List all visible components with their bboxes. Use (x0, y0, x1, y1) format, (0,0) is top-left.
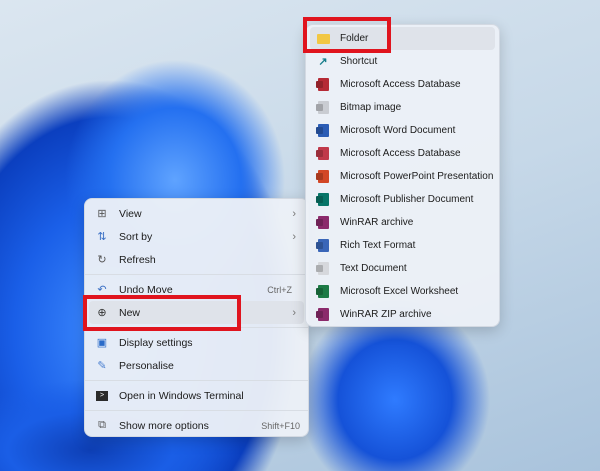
winrar-icon (316, 216, 330, 230)
brush-icon: ✎ (97, 360, 107, 372)
chevron-right-icon: › (292, 207, 296, 220)
menu-item-show-more-options[interactable]: ⧉ Show more options Shift+F10 (89, 414, 304, 437)
submenu-item-rtf[interactable]: Rich Text Format (310, 234, 495, 257)
submenu-item-shortcut-arrow[interactable]: ↗ Shortcut (310, 50, 495, 73)
new-submenu: Folder ↗ Shortcut Microsoft Access Database… (305, 24, 500, 327)
folder-icon (316, 32, 330, 46)
menu-item-undo-move[interactable]: ↶ Undo Move Ctrl+Z (89, 278, 304, 301)
sort-icon: ⇅ (97, 231, 107, 243)
publisher-icon (316, 193, 330, 207)
menu-item-personalise[interactable]: ✎ Personalise (89, 354, 304, 377)
submenu-item-winrar[interactable]: WinRAR archive (310, 211, 495, 234)
menu-item-view[interactable]: ⊞ View › (89, 202, 304, 225)
plus-circle-icon: ⊕ (97, 307, 107, 319)
more-options-icon: ⧉ (98, 419, 106, 431)
menu-item-open-terminal[interactable]: > Open in Windows Terminal (89, 384, 304, 407)
menu-item-refresh[interactable]: ↻ Refresh (89, 248, 304, 271)
submenu-item-publisher[interactable]: Microsoft Publisher Document (310, 188, 495, 211)
divider (85, 380, 308, 381)
submenu-item-access[interactable]: Microsoft Access Database (310, 142, 495, 165)
undo-icon: ↶ (97, 284, 107, 296)
divider (85, 327, 308, 328)
submenu-item-folder[interactable]: Folder (310, 27, 495, 50)
divider (85, 274, 308, 275)
submenu-item-winrar-zip[interactable]: WinRAR ZIP archive (310, 303, 495, 326)
terminal-icon: > (95, 389, 109, 403)
word-icon (316, 124, 330, 138)
desktop-context-menu: ⊞ View › ⇅ Sort by › ↻ Refresh ↶ Undo Move Ctrl… (84, 198, 309, 437)
submenu-item-powerpoint[interactable]: Microsoft PowerPoint Presentation (310, 165, 495, 188)
submenu-item-text-document[interactable]: Text Document (310, 257, 495, 280)
winrar-zip-icon (316, 308, 330, 322)
text-document-icon (316, 262, 330, 276)
access-icon (316, 147, 330, 161)
chevron-right-icon: › (292, 230, 296, 243)
chevron-right-icon: › (292, 306, 296, 319)
shortcut-arrow-icon: ↗ (318, 56, 328, 68)
submenu-item-word[interactable]: Microsoft Word Document (310, 119, 495, 142)
submenu-item-access[interactable]: Microsoft Access Database (310, 73, 495, 96)
divider (85, 410, 308, 411)
submenu-item-excel[interactable]: Microsoft Excel Worksheet (310, 280, 495, 303)
excel-icon (316, 285, 330, 299)
access-icon (316, 78, 330, 92)
powerpoint-icon (316, 170, 330, 184)
view-grid-icon: ⊞ (97, 208, 107, 220)
menu-item-new[interactable]: ⊕ New › (89, 301, 304, 324)
menu-item-sort-by[interactable]: ⇅ Sort by › (89, 225, 304, 248)
display-icon: ▣ (96, 337, 108, 349)
menu-item-display-settings[interactable]: ▣ Display settings (89, 331, 304, 354)
rtf-icon (316, 239, 330, 253)
submenu-item-bitmap[interactable]: Bitmap image (310, 96, 495, 119)
bitmap-icon (316, 101, 330, 115)
refresh-icon: ↻ (97, 254, 107, 266)
